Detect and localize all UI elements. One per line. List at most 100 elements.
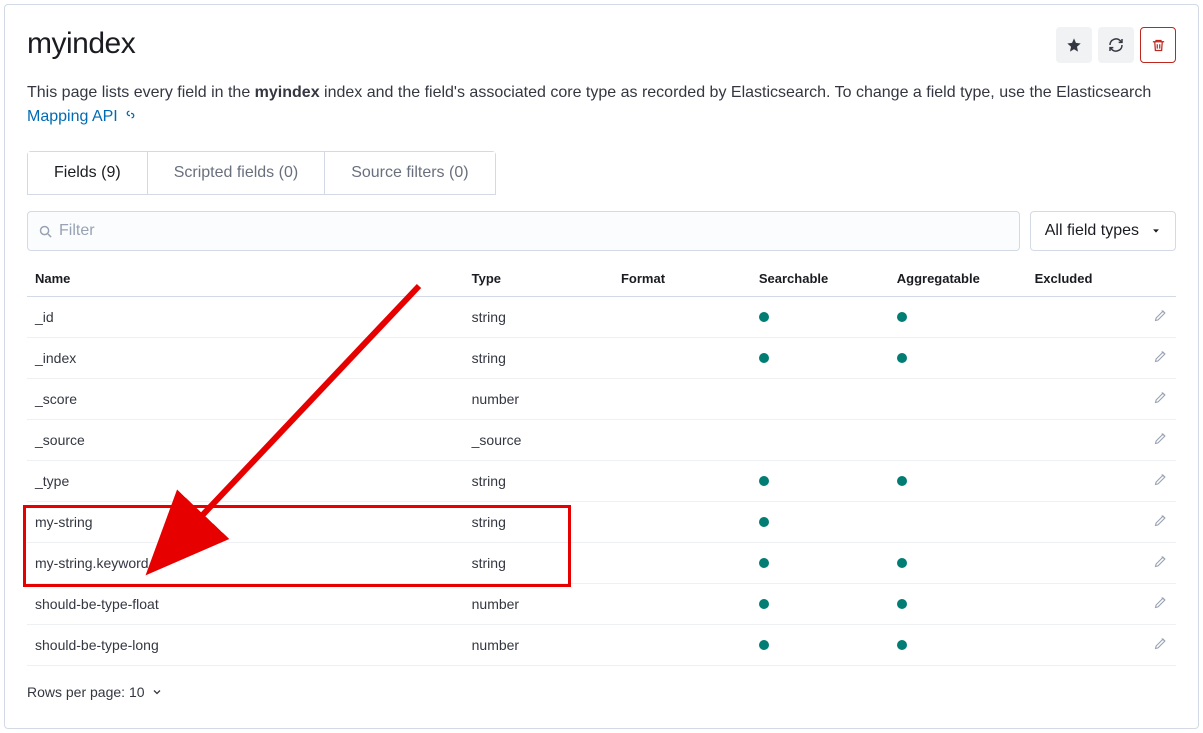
dot-icon (897, 353, 907, 363)
col-type[interactable]: Type (464, 265, 613, 297)
dot-icon (897, 476, 907, 486)
set-default-button[interactable] (1056, 27, 1092, 63)
col-name[interactable]: Name (27, 265, 464, 297)
page-title: myindex (27, 27, 135, 61)
cell-format (613, 502, 751, 543)
edit-button[interactable] (1153, 392, 1168, 408)
cell-searchable (751, 584, 889, 625)
cell-searchable (751, 297, 889, 338)
cell-searchable (751, 461, 889, 502)
controls-row: All field types (27, 211, 1176, 251)
dot-icon (759, 599, 769, 609)
col-format[interactable]: Format (613, 265, 751, 297)
cell-aggregatable (889, 297, 1027, 338)
cell-name: should-be-type-float (27, 584, 464, 625)
cell-aggregatable (889, 584, 1027, 625)
edit-button[interactable] (1153, 515, 1168, 531)
tabs: Fields (9) Scripted fields (0) Source fi… (27, 151, 496, 195)
index-pattern-panel: myindex This page lists every field in t… (4, 4, 1199, 729)
edit-button[interactable] (1153, 474, 1168, 490)
cell-excluded (1027, 338, 1130, 379)
cell-aggregatable (889, 461, 1027, 502)
table-row: my-string.keywordstring (27, 543, 1176, 584)
table-row: should-be-type-longnumber (27, 625, 1176, 666)
rows-per-page[interactable]: Rows per page: 10 (27, 684, 1176, 700)
cell-type: string (464, 502, 613, 543)
edit-button[interactable] (1153, 433, 1168, 449)
table-row: _idstring (27, 297, 1176, 338)
cell-excluded (1027, 584, 1130, 625)
cell-name: should-be-type-long (27, 625, 464, 666)
cell-format (613, 420, 751, 461)
star-icon (1066, 37, 1082, 53)
cell-format (613, 461, 751, 502)
edit-button[interactable] (1153, 597, 1168, 613)
cell-name: _score (27, 379, 464, 420)
table-row: _indexstring (27, 338, 1176, 379)
cell-format (613, 338, 751, 379)
cell-name: _id (27, 297, 464, 338)
desc-bold: myindex (255, 84, 320, 101)
refresh-button[interactable] (1098, 27, 1134, 63)
filter-input[interactable] (59, 222, 1009, 240)
cell-aggregatable (889, 502, 1027, 543)
edit-button[interactable] (1153, 638, 1168, 654)
cell-type: number (464, 379, 613, 420)
cell-excluded (1027, 461, 1130, 502)
table-row: _scorenumber (27, 379, 1176, 420)
cell-format (613, 625, 751, 666)
table-row: my-stringstring (27, 502, 1176, 543)
mapping-api-link[interactable]: Mapping API (27, 108, 118, 125)
cell-excluded (1027, 297, 1130, 338)
dot-icon (759, 312, 769, 322)
cell-type: number (464, 625, 613, 666)
tab-fields[interactable]: Fields (9) (28, 152, 148, 194)
col-aggregatable[interactable]: Aggregatable (889, 265, 1027, 297)
edit-button[interactable] (1153, 556, 1168, 572)
cell-type: string (464, 297, 613, 338)
cell-excluded (1027, 543, 1130, 584)
dot-icon (897, 558, 907, 568)
edit-button[interactable] (1153, 310, 1168, 326)
cell-type: string (464, 338, 613, 379)
cell-searchable (751, 543, 889, 584)
delete-button[interactable] (1140, 27, 1176, 63)
cell-searchable (751, 625, 889, 666)
cell-format (613, 543, 751, 584)
dot-icon (759, 476, 769, 486)
tab-scripted[interactable]: Scripted fields (0) (148, 152, 326, 194)
cell-aggregatable (889, 543, 1027, 584)
fields-table: Name Type Format Searchable Aggregatable… (27, 265, 1176, 666)
cell-name: my-string.keyword (27, 543, 464, 584)
cell-excluded (1027, 625, 1130, 666)
desc-pre: This page lists every field in the (27, 84, 255, 101)
cell-format (613, 379, 751, 420)
cell-searchable (751, 379, 889, 420)
cell-name: my-string (27, 502, 464, 543)
table-row: _source_source (27, 420, 1176, 461)
field-type-select[interactable]: All field types (1030, 211, 1176, 251)
cell-type: _source (464, 420, 613, 461)
cell-aggregatable (889, 625, 1027, 666)
dot-icon (897, 312, 907, 322)
col-searchable[interactable]: Searchable (751, 265, 889, 297)
description-text: This page lists every field in the myind… (27, 81, 1176, 129)
table-row: _typestring (27, 461, 1176, 502)
filter-input-wrap[interactable] (27, 211, 1020, 251)
tab-source[interactable]: Source filters (0) (325, 152, 494, 194)
col-excluded[interactable]: Excluded (1027, 265, 1130, 297)
desc-mid: index and the field's associated core ty… (320, 84, 1152, 101)
chevron-down-icon (151, 686, 163, 698)
search-icon (38, 224, 53, 239)
cell-searchable (751, 502, 889, 543)
cell-format (613, 584, 751, 625)
refresh-icon (1108, 37, 1124, 53)
cell-excluded (1027, 379, 1130, 420)
table-row: should-be-type-floatnumber (27, 584, 1176, 625)
cell-excluded (1027, 420, 1130, 461)
cell-aggregatable (889, 379, 1027, 420)
edit-button[interactable] (1153, 351, 1168, 367)
cell-type: string (464, 543, 613, 584)
cell-aggregatable (889, 420, 1027, 461)
header-actions (1056, 27, 1176, 63)
